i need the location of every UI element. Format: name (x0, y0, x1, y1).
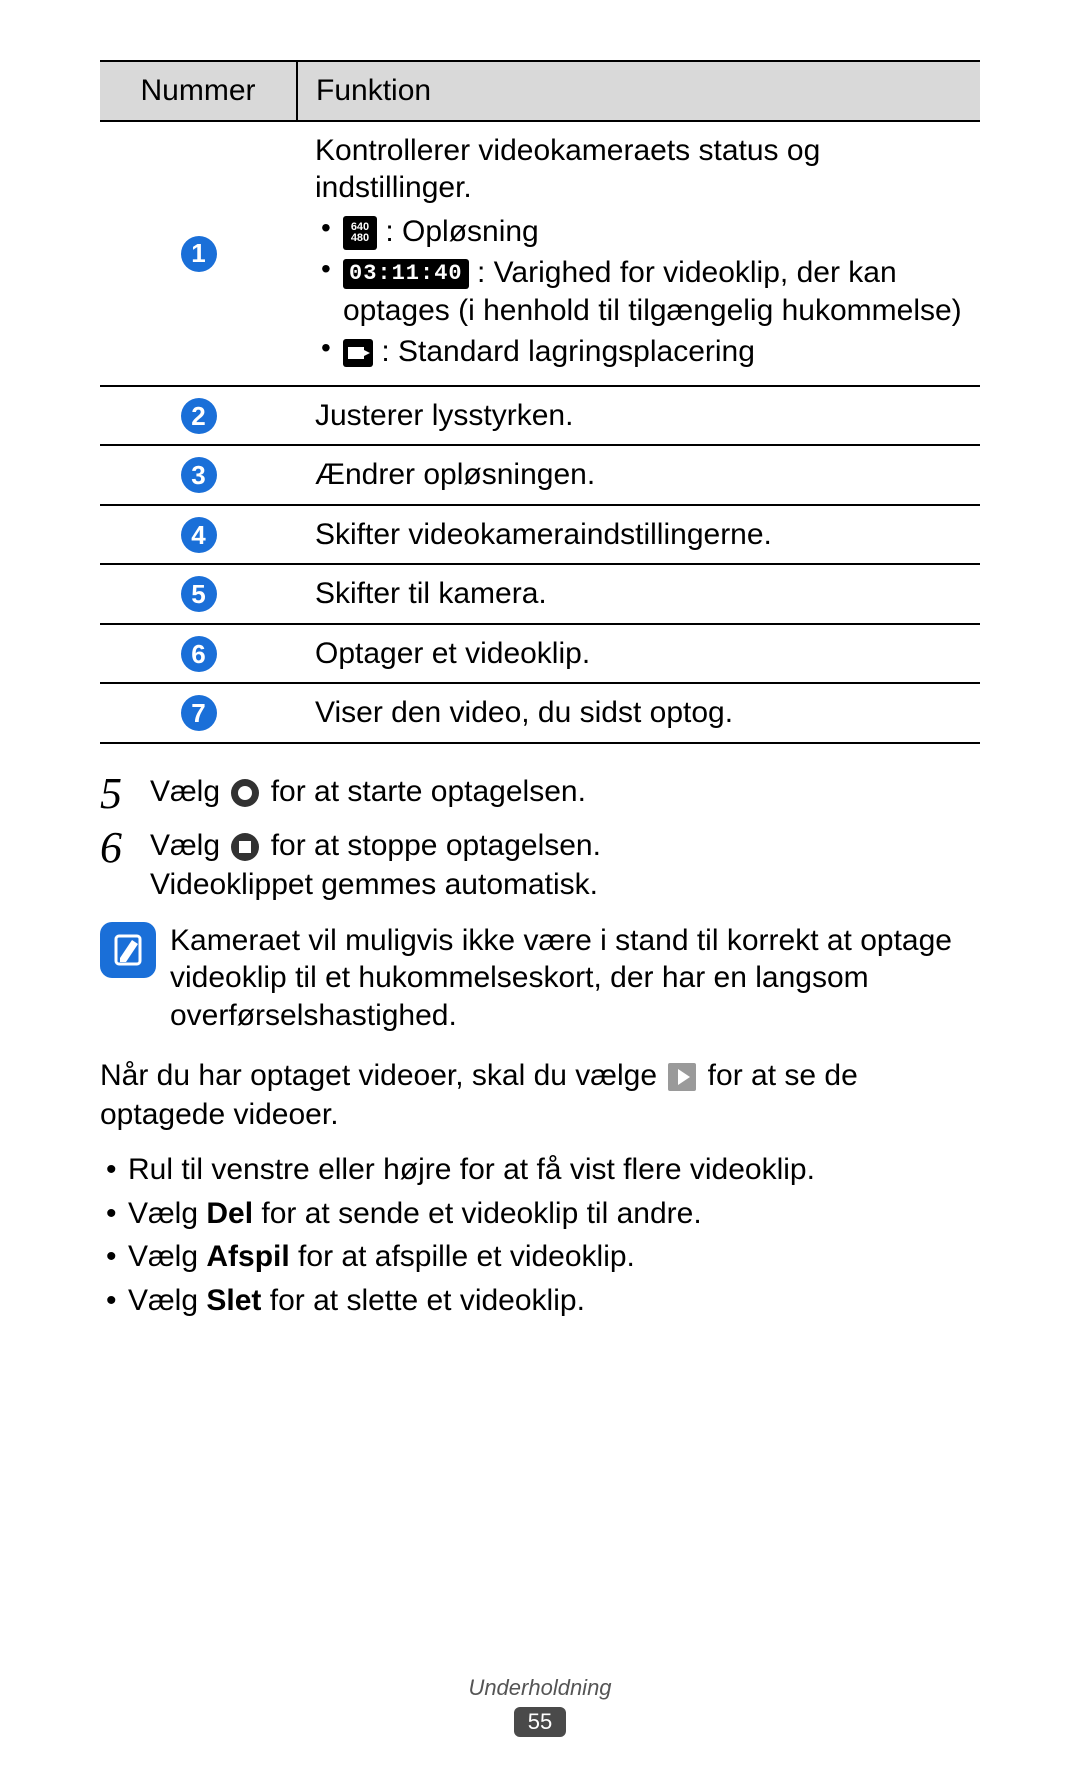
footer-section: Underholdning (0, 1675, 1080, 1701)
record-icon (231, 779, 259, 807)
table-row: 7 Viser den video, du sidst optog. (100, 683, 980, 743)
storage-icon (343, 339, 373, 367)
row-function: Justerer lysstyrken. (297, 386, 980, 446)
row-number: 1 (100, 121, 297, 386)
row-number: 7 (100, 683, 297, 743)
table-row: 2 Justerer lysstyrken. (100, 386, 980, 446)
row1-intro: Kontrollerer videokameraets status og in… (315, 132, 962, 207)
header-number: Nummer (100, 61, 297, 121)
resolution-label: : Opløsning (377, 215, 539, 248)
number-badge-3: 3 (181, 457, 217, 493)
page-footer: Underholdning 55 (0, 1675, 1080, 1737)
row-number: 3 (100, 445, 297, 505)
row1-item-duration: 03:11:40 : Varighed for videoklip, der k… (315, 254, 962, 329)
step-content: Vælg for at stoppe optagelsen. Videoklip… (150, 826, 980, 904)
post-note-paragraph: Når du har optaget videoer, skal du vælg… (100, 1056, 980, 1134)
number-badge-2: 2 (181, 398, 217, 434)
table-row: 4 Skifter videokameraindstillingerne. (100, 505, 980, 565)
duration-icon: 03:11:40 (343, 259, 469, 289)
table-row: 1 Kontrollerer videokameraets status og … (100, 121, 980, 386)
row-number: 6 (100, 624, 297, 684)
manual-page: Nummer Funktion 1 Kontrollerer videokame… (0, 0, 1080, 1771)
row-function: Kontrollerer videokameraets status og in… (297, 121, 980, 386)
number-badge-6: 6 (181, 636, 217, 672)
table-header-row: Nummer Funktion (100, 61, 980, 121)
action-item: Rul til venstre eller højre for at få vi… (100, 1148, 980, 1192)
action-item: Vælg Slet for at slette et videoklip. (100, 1279, 980, 1323)
number-badge-5: 5 (181, 576, 217, 612)
row-number: 5 (100, 564, 297, 624)
page-number: 55 (514, 1707, 566, 1737)
table-row: 3 Ændrer opløsningen. (100, 445, 980, 505)
header-function: Funktion (297, 61, 980, 121)
row1-item-resolution: 640 480 : Opløsning (315, 213, 962, 251)
step-content: Vælg for at starte optagelsen. (150, 772, 980, 816)
table-row: 5 Skifter til kamera. (100, 564, 980, 624)
note-icon (100, 922, 156, 978)
storage-label: : Standard lagringsplacering (373, 335, 755, 368)
function-table: Nummer Funktion 1 Kontrollerer videokame… (100, 60, 980, 744)
table-row: 6 Optager et videoklip. (100, 624, 980, 684)
row-function: Skifter til kamera. (297, 564, 980, 624)
stop-icon (231, 833, 259, 861)
row1-item-storage: : Standard lagringsplacering (315, 333, 962, 371)
row-function: Optager et videoklip. (297, 624, 980, 684)
row1-list: 640 480 : Opløsning 03:11:40 : Varighed … (315, 213, 962, 371)
step-5: 5 Vælg for at starte optagelsen. (100, 772, 980, 816)
row-function: Ændrer opløsningen. (297, 445, 980, 505)
note-text: Kameraet vil muligvis ikke være i stand … (170, 922, 980, 1035)
number-badge-7: 7 (181, 695, 217, 731)
steps: 5 Vælg for at starte optagelsen. 6 Vælg … (100, 772, 980, 904)
action-item: Vælg Del for at sende et videoklip til a… (100, 1192, 980, 1236)
number-badge-1: 1 (181, 236, 217, 272)
step-6: 6 Vælg for at stoppe optagelsen. Videokl… (100, 826, 980, 904)
row-function: Viser den video, du sidst optog. (297, 683, 980, 743)
action-item: Vælg Afspil for at afspille et videoklip… (100, 1235, 980, 1279)
step-number: 6 (100, 826, 150, 904)
row-function: Skifter videokameraindstillingerne. (297, 505, 980, 565)
note-block: Kameraet vil muligvis ikke være i stand … (100, 922, 980, 1035)
row-number: 4 (100, 505, 297, 565)
resolution-icon: 640 480 (343, 216, 377, 250)
number-badge-4: 4 (181, 517, 217, 553)
step-number: 5 (100, 772, 150, 816)
row-number: 2 (100, 386, 297, 446)
actions-list: Rul til venstre eller højre for at få vi… (100, 1148, 980, 1322)
play-icon (668, 1063, 696, 1091)
